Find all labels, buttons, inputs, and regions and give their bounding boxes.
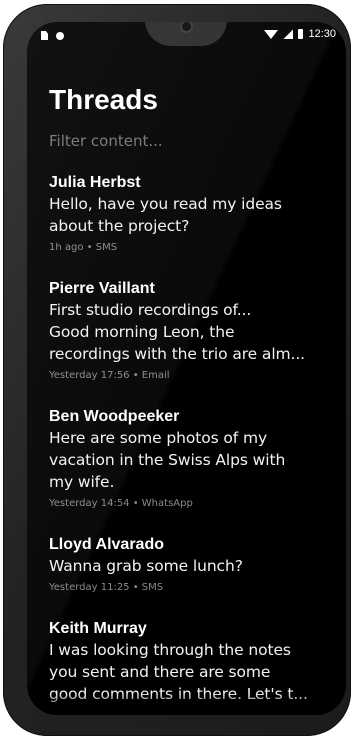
thread-sender: Pierre Vaillant [49,280,155,297]
front-camera-icon [182,22,191,31]
thread-list: Julia Herbst Hello, have you read my ide… [49,172,339,715]
thread-sender: Lloyd Alvarado [49,536,164,553]
thread-preview: Hello, have you read my ideas about the … [49,193,339,237]
notification-dot-icon [56,31,64,40]
status-bar-right: 12:30 [264,28,336,40]
thread-meta: 1h ago • SMS [49,242,118,253]
page-title: Threads [49,84,158,115]
thread-item-pierre-vaillant[interactable]: Pierre Vaillant First studio recordings … [49,278,339,385]
thread-preview-line: my wife. [49,473,115,491]
thread-meta: Yesterday 11:25 • SMS [49,582,164,593]
thread-preview-line: Wanna grab some lunch? [49,557,243,575]
filter-input[interactable] [49,132,309,150]
signal-icon [283,29,294,39]
thread-preview: Here are some photos of my vacation in t… [49,427,339,493]
sim-card-icon [41,31,48,40]
thread-item-ben-woodpeeker[interactable]: Ben Woodpeeker Here are some photos of m… [49,406,339,513]
thread-preview: Wanna grab some lunch? [49,555,339,577]
thread-preview-line: recordings with the trio are alm... [49,345,306,363]
thread-preview-line: you sent and there are some [49,663,271,681]
thread-preview-line: vacation in the Swiss Alps with [49,451,286,469]
thread-preview: First studio recordings of... Good morni… [49,299,339,365]
thread-item-keith-murray[interactable]: Keith Murray I was looking through the n… [49,618,339,705]
thread-sender: Ben Woodpeeker [49,408,180,425]
thread-preview-line: Hello, have you read my ideas [49,195,282,213]
wifi-icon [264,29,279,39]
thread-sender: Julia Herbst [49,174,141,191]
phone-frame: 12:30 Threads Julia Herbst Hello, have y… [3,4,351,736]
thread-preview-line: Here are some photos of my [49,429,268,447]
thread-preview-line: I was looking through the notes [49,641,291,659]
thread-preview-line: Good morning Leon, the [49,323,235,341]
thread-preview-line: about the project? [49,217,190,235]
thread-sender: Keith Murray [49,620,147,637]
battery-icon [298,29,304,39]
thread-item-lloyd-alvarado[interactable]: Lloyd Alvarado Wanna grab some lunch? Ye… [49,534,339,597]
status-bar-left [41,31,64,40]
thread-meta: Yesterday 14:54 • WhatsApp [49,498,193,509]
thread-meta: Yesterday 17:56 • Email [49,370,170,381]
thread-item-julia-herbst[interactable]: Julia Herbst Hello, have you read my ide… [49,172,339,257]
status-time: 12:30 [308,28,336,40]
thread-preview-line: First studio recordings of... [49,301,252,319]
screen: 12:30 Threads Julia Herbst Hello, have y… [27,22,346,715]
bottom-fade [27,693,346,715]
